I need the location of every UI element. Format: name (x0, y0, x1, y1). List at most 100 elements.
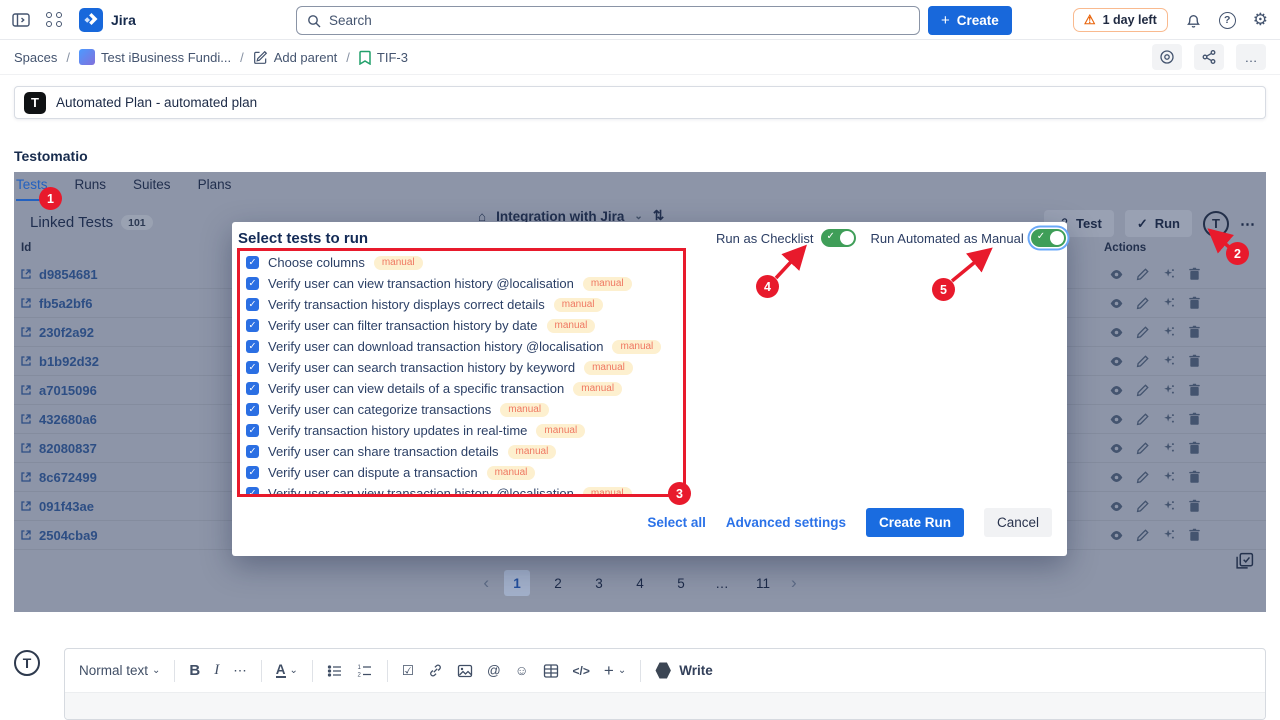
italic-button[interactable]: I (214, 662, 219, 679)
delete-icon[interactable] (1187, 383, 1202, 397)
test-id-link[interactable]: 091f43ae (14, 499, 94, 514)
test-checkbox[interactable]: ✓ (246, 424, 259, 437)
ai-sparkle-icon[interactable] (1161, 499, 1176, 513)
view-icon[interactable] (1109, 412, 1124, 427)
delete-icon[interactable] (1187, 441, 1202, 455)
text-style-dropdown[interactable]: Normal text ⌄ (79, 663, 160, 678)
test-checkbox[interactable]: ✓ (246, 382, 259, 395)
image-icon[interactable] (457, 663, 473, 679)
select-all-link[interactable]: Select all (647, 515, 706, 530)
text-color-button[interactable]: A ⌄ (276, 663, 298, 679)
test-checkbox[interactable]: ✓ (246, 298, 259, 311)
test-checkbox[interactable]: ✓ (246, 487, 259, 497)
tab-runs[interactable]: Runs (75, 177, 107, 201)
code-icon[interactable]: </> (573, 664, 590, 678)
trial-badge[interactable]: ⚠ 1 day left (1073, 8, 1168, 32)
test-id-link[interactable]: 82080837 (14, 441, 97, 456)
test-checkbox[interactable]: ✓ (246, 277, 259, 290)
edit-icon[interactable] (1135, 267, 1150, 281)
emoji-icon[interactable]: ☺ (515, 663, 529, 678)
test-checkbox[interactable]: ✓ (246, 340, 259, 353)
editor-text-area[interactable] (65, 692, 1265, 720)
page-2[interactable]: 2 (545, 570, 571, 596)
run-as-checklist-toggle[interactable]: ✓ (821, 229, 856, 247)
page-1[interactable]: 1 (504, 570, 530, 596)
ai-sparkle-icon[interactable] (1161, 325, 1176, 339)
view-icon[interactable] (1109, 296, 1124, 311)
edit-icon[interactable] (1135, 441, 1150, 455)
test-id-link[interactable]: d9854681 (14, 267, 98, 282)
ai-sparkle-icon[interactable] (1161, 441, 1176, 455)
test-checkbox[interactable]: ✓ (246, 319, 259, 332)
settings-gear-icon[interactable]: ⚙ (1253, 10, 1268, 30)
test-checkbox[interactable]: ✓ (246, 361, 259, 374)
edit-icon[interactable] (1135, 354, 1150, 368)
view-icon[interactable] (1109, 354, 1124, 369)
edit-icon[interactable] (1135, 528, 1150, 542)
plan-card[interactable]: T Automated Plan - automated plan (14, 86, 1266, 119)
view-icon[interactable] (1109, 325, 1124, 340)
test-id-link[interactable]: a7015096 (14, 383, 97, 398)
multi-select-icon[interactable] (1235, 552, 1254, 570)
task-list-icon[interactable]: ☑ (402, 663, 414, 679)
view-icon[interactable] (1109, 528, 1124, 543)
ai-sparkle-icon[interactable] (1161, 412, 1176, 426)
insert-dropdown[interactable]: + ⌄ (604, 661, 626, 681)
cancel-button[interactable]: Cancel (984, 508, 1052, 537)
view-icon[interactable] (1109, 499, 1124, 514)
page-3[interactable]: 3 (586, 570, 612, 596)
page-11[interactable]: 11 (750, 570, 776, 596)
ai-sparkle-icon[interactable] (1161, 528, 1176, 542)
view-icon[interactable] (1109, 383, 1124, 398)
app-switcher-icon[interactable] (46, 12, 63, 27)
test-id-link[interactable]: 8c672499 (14, 470, 97, 485)
delete-icon[interactable] (1187, 470, 1202, 484)
page-4[interactable]: 4 (627, 570, 653, 596)
test-id-link[interactable]: b1b92d32 (14, 354, 99, 369)
link-icon[interactable] (428, 663, 443, 678)
help-icon[interactable]: ? (1219, 12, 1236, 29)
more-actions-icon[interactable]: … (1236, 44, 1266, 70)
view-icon[interactable] (1109, 267, 1124, 282)
mention-icon[interactable]: @ (487, 663, 501, 678)
test-id-link[interactable]: fb5a2bf6 (14, 296, 92, 311)
delete-icon[interactable] (1187, 296, 1202, 310)
ai-sparkle-icon[interactable] (1161, 296, 1176, 310)
numbered-list-icon[interactable]: 12 (357, 663, 373, 679)
ai-write-button[interactable]: Write (655, 662, 713, 679)
page-5[interactable]: 5 (668, 570, 694, 596)
edit-icon[interactable] (1135, 412, 1150, 426)
delete-icon[interactable] (1187, 354, 1202, 368)
ai-sparkle-icon[interactable] (1161, 383, 1176, 397)
testomatio-avatar-button[interactable]: T (1203, 211, 1229, 237)
table-icon[interactable] (543, 663, 559, 679)
delete-icon[interactable] (1187, 267, 1202, 281)
test-id-link[interactable]: 2504cba9 (14, 528, 98, 543)
tab-plans[interactable]: Plans (198, 177, 232, 201)
jira-logo[interactable]: Jira (79, 8, 136, 32)
breadcrumb-page[interactable]: TIF-3 (359, 50, 408, 65)
run-button[interactable]: ✓ Run (1125, 210, 1192, 237)
test-checkbox[interactable]: ✓ (246, 403, 259, 416)
test-checkbox[interactable]: ✓ (246, 445, 259, 458)
search-input[interactable]: Search (296, 6, 920, 35)
ai-sparkle-icon[interactable] (1161, 267, 1176, 281)
widget-more-icon[interactable]: ⋯ (1240, 215, 1256, 233)
breadcrumb-add-parent[interactable]: Add parent (253, 50, 338, 65)
test-id-link[interactable]: 432680a6 (14, 412, 97, 427)
run-automated-as-manual-toggle[interactable]: ✓ (1031, 229, 1066, 247)
share-icon[interactable] (1194, 44, 1224, 70)
delete-icon[interactable] (1187, 412, 1202, 426)
edit-icon[interactable] (1135, 325, 1150, 339)
advanced-settings-link[interactable]: Advanced settings (726, 515, 846, 530)
edit-icon[interactable] (1135, 296, 1150, 310)
edit-icon[interactable] (1135, 499, 1150, 513)
notifications-bell-icon[interactable] (1185, 12, 1202, 29)
tab-suites[interactable]: Suites (133, 177, 171, 201)
breadcrumb-spaces[interactable]: Spaces (14, 50, 57, 65)
create-button[interactable]: + Create (928, 6, 1012, 35)
test-checkbox[interactable]: ✓ (246, 256, 259, 269)
next-page-icon[interactable]: › (791, 573, 797, 593)
delete-icon[interactable] (1187, 528, 1202, 542)
watch-icon[interactable] (1152, 44, 1182, 70)
